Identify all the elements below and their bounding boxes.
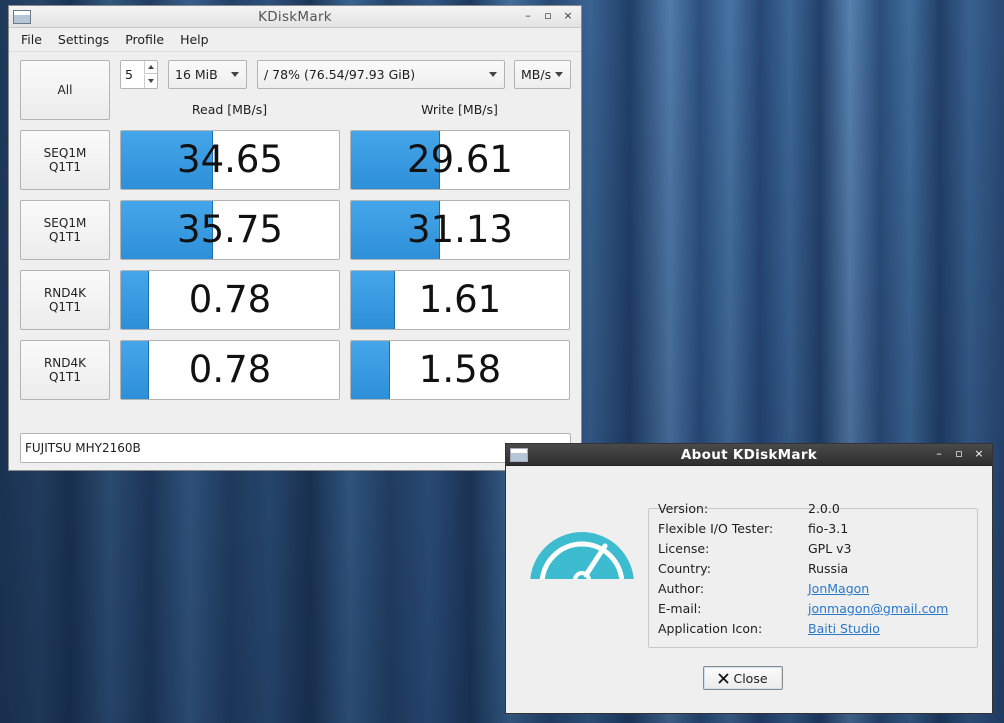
country-label: Country: [658,561,711,576]
email-link[interactable]: jonmagon@gmail.com [808,601,948,617]
write-column-header: Write [MB/s] [421,102,498,117]
menubar: File Settings Profile Help [9,28,581,52]
loops-spinbox[interactable]: 5 [120,60,158,89]
menu-settings[interactable]: Settings [50,28,117,51]
author-link[interactable]: JonMagon [808,581,869,597]
maximize-icon[interactable]: ▫ [952,447,966,461]
read-result-value: 0.78 [188,348,272,391]
file-size-value: 16 MiB [175,67,218,82]
target-value: / 78% (76.54/97.93 GiB) [264,67,416,82]
read-result-meter: 0.78 [120,340,340,400]
read-result-value: 34.65 [177,138,283,181]
rnd4k-q1t1-button[interactable]: RND4K Q1T1 [20,270,110,330]
license-label: License: [658,541,710,556]
read-result-meter: 35.75 [120,200,340,260]
author-label: Author: [658,581,705,596]
test-params: Q1T1 [48,300,82,314]
close-window-icon[interactable]: × [561,9,575,23]
minimize-icon[interactable]: – [932,447,946,461]
spin-up-icon[interactable] [144,61,157,74]
run-all-button[interactable]: All [20,60,110,120]
write-result-value: 31.13 [407,208,513,251]
chevron-down-icon [555,72,563,77]
test-params: Q1T1 [48,370,82,384]
test-name: SEQ1M [43,146,87,160]
read-result-value: 0.78 [188,278,272,321]
seq1m-q1t1-button[interactable]: SEQ1M Q1T1 [20,200,110,260]
fio-value: fio-3.1 [808,521,849,536]
kdiskmark-main-window: KDiskMark – ▫ × File Settings Profile He… [8,5,582,471]
about-titlebar[interactable]: About KDiskMark – ▫ × [506,444,992,466]
read-result-meter: 0.78 [120,270,340,330]
country-value: Russia [808,561,849,576]
rnd4k-q1t1-button[interactable]: RND4K Q1T1 [20,340,110,400]
app-icon-credit-link[interactable]: Baiti Studio [808,621,880,637]
test-name: RND4K [43,356,87,370]
app-icon-label: Application Icon: [658,621,763,636]
loops-value: 5 [125,67,133,82]
menu-profile[interactable]: Profile [117,28,172,51]
file-size-combo[interactable]: 16 MiB [168,60,247,89]
menu-file[interactable]: File [13,28,50,51]
speedometer-icon [528,532,636,586]
test-name: RND4K [43,286,87,300]
test-params: Q1T1 [48,230,82,244]
write-result-value: 29.61 [407,138,513,181]
drive-comment-field[interactable]: FUJITSU MHY2160B [20,433,571,463]
read-column-header: Read [MB/s] [191,102,268,117]
write-result-value: 1.61 [418,278,502,321]
main-content: All 5 16 MiB / 78% (76.54/97.93 GiB) MB/… [9,52,581,470]
fio-label: Flexible I/O Tester: [658,521,774,536]
spin-down-icon[interactable] [144,75,157,88]
about-dialog: About KDiskMark – ▫ × Version: 2.0.0 Fle… [505,443,993,714]
chevron-down-icon [231,72,239,77]
close-button-label: Close [733,670,768,686]
about-dialog-title: About KDiskMark [680,447,818,463]
minimize-icon[interactable]: – [521,9,535,23]
seq1m-q1t1-button[interactable]: SEQ1M Q1T1 [20,130,110,190]
maximize-icon[interactable]: ▫ [541,9,555,23]
main-window-title: KDiskMark [258,9,332,25]
write-result-meter: 31.13 [350,200,570,260]
target-combo[interactable]: / 78% (76.54/97.93 GiB) [257,60,505,89]
email-label: E-mail: [658,601,702,616]
read-result-meter: 34.65 [120,130,340,190]
license-value: GPL v3 [808,541,852,556]
close-button[interactable]: Close [703,666,783,690]
chevron-down-icon [489,72,497,77]
write-result-meter: 1.58 [350,340,570,400]
close-icon [718,672,730,684]
about-info-box: Version: 2.0.0 Flexible I/O Tester: fio-… [648,501,978,648]
version-label: Version: [658,501,709,516]
unit-combo[interactable]: MB/s [514,60,571,89]
write-result-value: 1.58 [418,348,502,391]
unit-value: MB/s [521,67,552,82]
menu-help[interactable]: Help [172,28,217,51]
write-result-meter: 1.61 [350,270,570,330]
version-value: 2.0.0 [808,501,840,516]
write-result-meter: 29.61 [350,130,570,190]
test-name: SEQ1M [43,216,87,230]
test-params: Q1T1 [48,160,82,174]
main-titlebar[interactable]: KDiskMark – ▫ × [9,6,581,28]
read-result-value: 35.75 [177,208,283,251]
close-window-icon[interactable]: × [972,447,986,461]
